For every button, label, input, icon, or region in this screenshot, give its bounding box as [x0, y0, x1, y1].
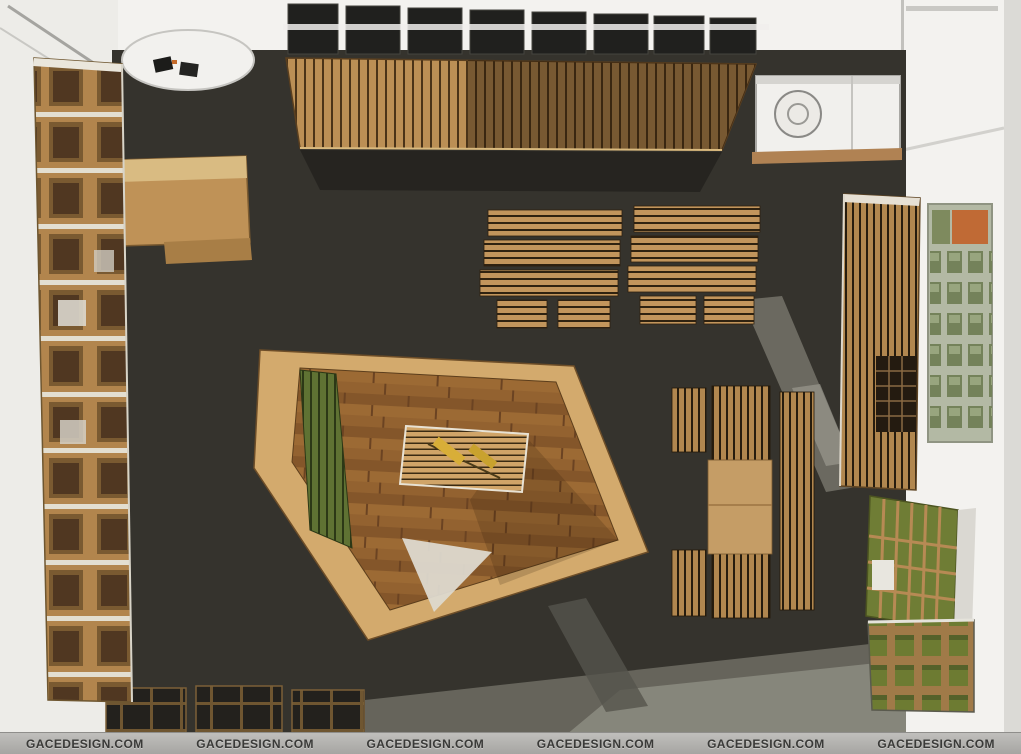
- desk-step: [164, 238, 252, 264]
- green-cubby-unit: [868, 620, 974, 712]
- desk-top: [116, 156, 247, 182]
- shelf-white-cell: [872, 560, 894, 590]
- watermark-text: GACEDESIGN.COM: [196, 737, 314, 751]
- watermark-text: GACEDESIGN.COM: [537, 737, 655, 751]
- slatted-ceiling-panel: [286, 58, 756, 192]
- cluster-tan-table: [708, 460, 772, 554]
- bookshelf-white-box: [58, 300, 86, 326]
- watermark-text: GACEDESIGN.COM: [877, 737, 995, 751]
- ceiling-beam: [283, 24, 769, 30]
- fixture-accent: [172, 60, 177, 64]
- green-shelf-unit: [866, 496, 976, 630]
- ceiling-light-fixture: [122, 30, 254, 90]
- left-bookshelf-column: [33, 58, 132, 702]
- bookshelf-white-box-3: [94, 250, 114, 272]
- poster-green-block: [932, 210, 950, 244]
- panel-shade: [468, 60, 756, 150]
- fixture-item-2: [179, 62, 199, 77]
- watermark-text: GACEDESIGN.COM: [367, 737, 485, 751]
- watermark-text: GACEDESIGN.COM: [707, 737, 825, 751]
- poster-image-grid: [930, 248, 992, 436]
- right-wall-trim: [906, 6, 998, 11]
- watermark-text: GACEDESIGN.COM: [26, 737, 144, 751]
- ac-cabinet: [752, 76, 902, 164]
- render-viewport: GACEDESIGN.COM GACEDESIGN.COM GACEDESIGN…: [0, 0, 1021, 754]
- tall-slat-shelf: [840, 194, 920, 490]
- cubby-top-edge: [868, 620, 974, 622]
- shelf-dark-section: [876, 356, 916, 432]
- cabinet-circle: [775, 91, 821, 137]
- bookshelf-white-box-2: [60, 420, 86, 444]
- watermark-bar: GACEDESIGN.COM GACEDESIGN.COM GACEDESIGN…: [0, 732, 1021, 754]
- wall-poster: [928, 204, 992, 442]
- panel-shadow: [300, 150, 722, 192]
- platform-center-table: [400, 426, 528, 492]
- right-wall-edge: [1004, 0, 1021, 754]
- poster-orange-block: [952, 210, 988, 244]
- interior-render-scene: [0, 0, 1021, 754]
